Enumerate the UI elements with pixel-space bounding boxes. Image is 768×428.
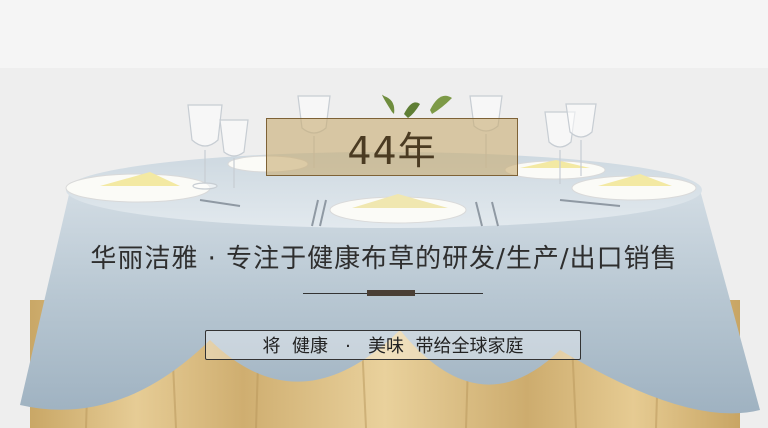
- banner: 44年 华丽洁雅 · 专注于健康布草的研发/生产/出口销售 将 健康 · 美味 …: [0, 0, 768, 428]
- table-scene-illustration: [0, 0, 768, 428]
- headline: 华丽洁雅 · 专注于健康布草的研发/生产/出口销售: [90, 244, 678, 274]
- tagline-box: 将 健康 · 美味 带给全球家庭: [205, 330, 581, 360]
- divider-accent: [367, 290, 415, 296]
- years-badge-text: 44年: [347, 128, 437, 173]
- years-badge: 44年: [266, 118, 518, 176]
- divider: [303, 290, 483, 298]
